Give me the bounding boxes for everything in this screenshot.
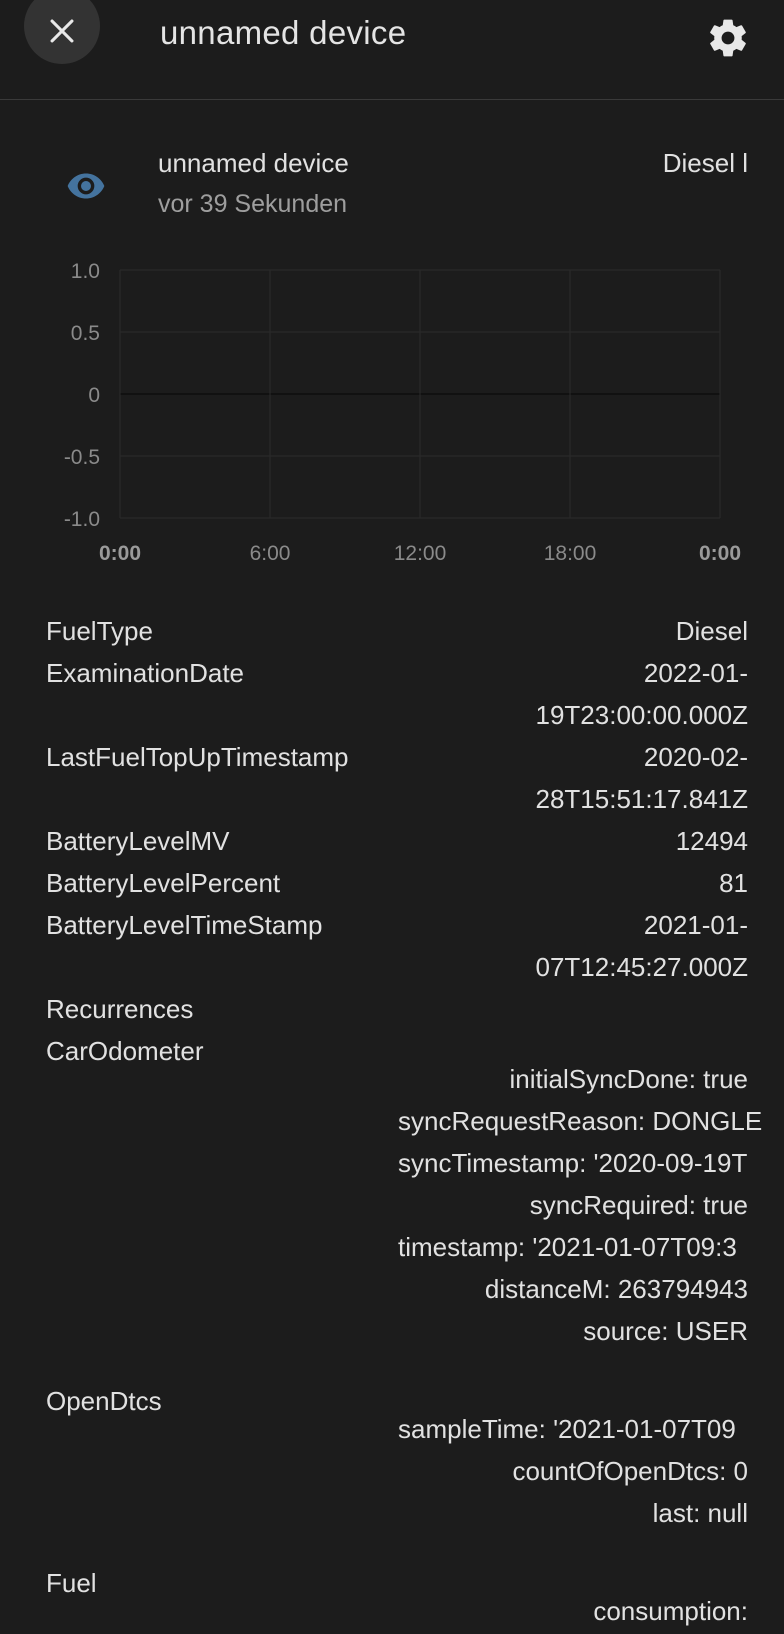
attr-value-batteryleveltimestamp-1: 2021-01- (643, 910, 748, 940)
odometer-line: timestamp: '2021-01-07T09:3 (398, 1232, 737, 1262)
attr-name-batterylevelmv: BatteryLevelMV (46, 826, 230, 856)
gear-icon (710, 19, 746, 57)
dialog-header: unnamed device (0, 0, 784, 100)
close-button[interactable] (24, 0, 100, 64)
chart-y-tick-label: 0.5 (71, 322, 100, 345)
chart-x-axis: 0:00 6:00 12:00 18:00 0:00 (99, 542, 741, 565)
attr-value-batterylevelmv: 12494 (675, 826, 748, 856)
settings-button[interactable] (704, 14, 752, 62)
chart-x-tick-label: 18:00 (544, 542, 597, 565)
attr-value-lastfueltopup-2: 28T15:51:17.841Z (535, 784, 749, 814)
odometer-line: syncRequired: true (529, 1190, 748, 1220)
odometer-line: syncTimestamp: '2020-09-19T (398, 1148, 748, 1178)
chart-y-tick-label: -0.5 (64, 446, 100, 469)
chart-y-tick-label: 0 (88, 384, 100, 407)
attr-value-lastfueltopup-1: 2020-02- (643, 742, 748, 772)
attr-name-fueltype: FuelType (46, 616, 153, 646)
chart-grid (119, 269, 721, 519)
dialog-title: unnamed device (160, 14, 407, 51)
attr-value-batteryleveltimestamp-2: 07T12:45:27.000Z (535, 952, 749, 982)
odometer-line: syncRequestReason: DONGLE (398, 1106, 763, 1136)
attr-value-batterylevelpercent: 81 (719, 868, 748, 898)
attr-name-batteryleveltimestamp: BatteryLevelTimeStamp (46, 910, 323, 940)
close-icon (50, 19, 74, 43)
chart-x-tick-label: 6:00 (250, 542, 291, 565)
chart-y-tick-label: -1.0 (64, 508, 100, 531)
eye-icon (67, 173, 105, 199)
entity-state: Diesel l (662, 148, 748, 178)
attr-value-examinationdate-2: 19T23:00:00.000Z (535, 700, 749, 730)
opendtcs-line: last: null (652, 1498, 748, 1528)
chart-x-tick-label: 0:00 (699, 542, 741, 565)
opendtcs-line: countOfOpenDtcs: 0 (512, 1456, 748, 1486)
entity-row[interactable]: unnamed device vor 39 Sekunden Diesel l (0, 140, 784, 230)
attr-name-opendtcs: OpenDtcs (46, 1386, 162, 1416)
attr-name-batterylevelpercent: BatteryLevelPercent (46, 868, 281, 898)
attr-name-carodometer: CarOdometer (46, 1036, 204, 1066)
attr-name-lastfueltopup: LastFuelTopUpTimestamp (46, 742, 349, 772)
chart-y-tick-label: 1.0 (71, 260, 100, 283)
odometer-line: source: USER (583, 1316, 748, 1346)
attr-name-examinationdate: ExaminationDate (46, 658, 244, 688)
odometer-line: distanceM: 263794943 (484, 1274, 748, 1304)
entity-name: unnamed device (158, 148, 349, 178)
opendtcs-line: sampleTime: '2021-01-07T09 (398, 1414, 736, 1444)
attr-value-examinationdate-1: 2022-01- (643, 658, 748, 688)
chart-y-axis: 1.0 0.5 0 -0.5 -1.0 (64, 260, 100, 531)
attr-name-recurrences: Recurrences (46, 994, 194, 1024)
attr-value-fueltype: Diesel (675, 616, 748, 646)
chart-x-tick-label: 0:00 (99, 542, 141, 565)
fuel-line: consumption: (593, 1596, 748, 1626)
odometer-line: initialSyncDone: true (509, 1064, 748, 1094)
last-changed-text: vor 39 Sekunden (158, 190, 348, 218)
chart-x-tick-label: 12:00 (394, 542, 447, 565)
attr-name-fuel: Fuel (46, 1568, 97, 1598)
history-chart: 1.0 0.5 0 -0.5 -1.0 0:00 6:00 12:00 18:00 0:00 (64, 260, 741, 565)
